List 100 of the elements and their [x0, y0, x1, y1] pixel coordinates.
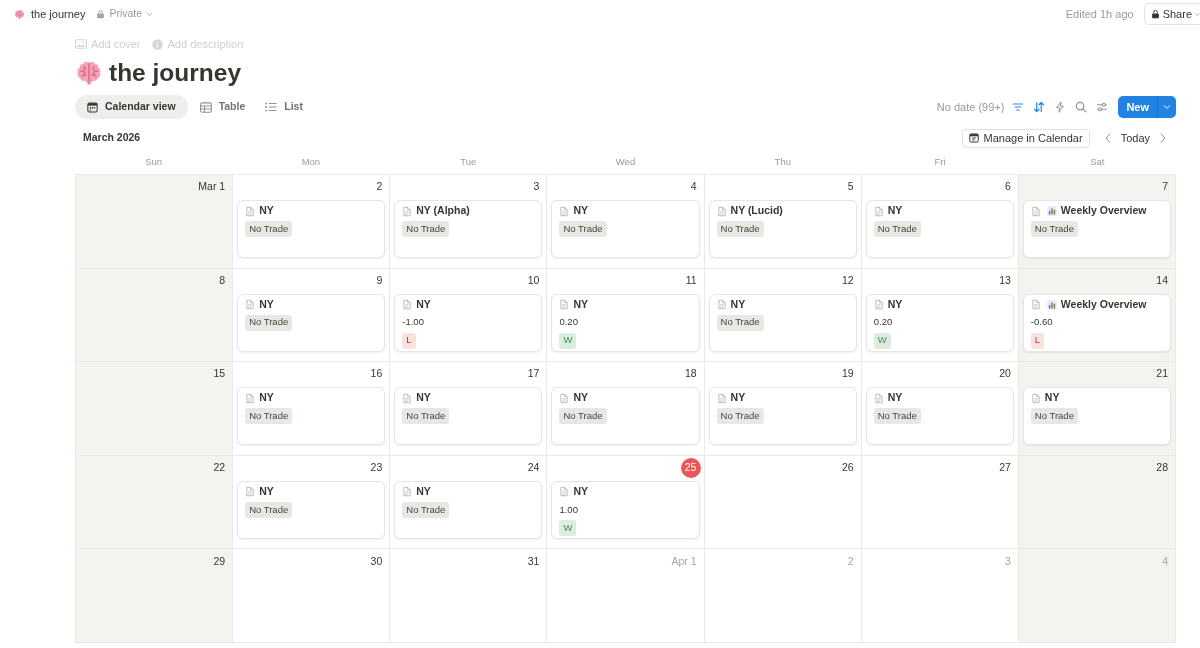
caret-icon: [146, 10, 154, 18]
view-tab[interactable]: Calendar view: [75, 95, 188, 119]
pnl-value: -1.00: [402, 315, 424, 330]
settings-icon[interactable]: [1096, 101, 1109, 113]
day-number: Apr 1: [671, 553, 697, 569]
event-title: NY: [730, 390, 746, 406]
calendar-day-cell[interactable]: 19 NY No Trade: [704, 362, 862, 456]
calendar-day-cell[interactable]: 16 NY No Trade: [233, 362, 391, 456]
event-title: NY: [573, 483, 588, 499]
calendar-day-cell[interactable]: 25 NY 1.00 W: [547, 455, 705, 550]
chevron-left-icon: [1104, 133, 1111, 143]
calendar-day-cell[interactable]: 3 NY (Alpha) No Trade: [390, 175, 548, 269]
calendar-day-cell[interactable]: 11 NY 0.20 W: [547, 268, 705, 363]
result-tag: No Trade: [402, 501, 450, 518]
event-title: NY: [259, 483, 274, 499]
event-card[interactable]: NY No Trade: [1022, 387, 1171, 446]
lightning-icon[interactable]: [1054, 101, 1067, 113]
day-number: 21: [1156, 366, 1168, 382]
event-card[interactable]: NY No Trade: [394, 480, 543, 539]
calendar-day-cell[interactable]: 10 NY -1.00 L: [390, 268, 548, 363]
calendar-day-cell[interactable]: 26: [704, 455, 862, 550]
event-card[interactable]: NY No Trade: [394, 387, 543, 446]
event-card[interactable]: NY No Trade: [551, 387, 700, 446]
calendar-day-cell[interactable]: 13 NY 0.20 W: [861, 268, 1019, 363]
event-card[interactable]: NY (Lucid) No Trade: [708, 200, 857, 258]
calendar-day-cell[interactable]: 17 NY No Trade: [390, 362, 548, 456]
share-button[interactable]: Share: [1143, 3, 1200, 25]
event-card[interactable]: NY No Trade: [865, 387, 1014, 446]
page-icon: [245, 299, 256, 311]
calendar-day-cell[interactable]: 31: [390, 549, 548, 643]
event-card[interactable]: NY No Trade: [237, 200, 386, 258]
pnl-value: 0.20: [873, 315, 893, 330]
event-card[interactable]: NY No Trade: [237, 293, 386, 352]
calendar-icon: [968, 133, 979, 143]
day-number: 8: [219, 272, 226, 288]
calendar-day-cell[interactable]: 28: [1018, 455, 1176, 550]
calendar-day-cell[interactable]: 18 NY No Trade: [547, 362, 705, 456]
day-number: 20: [999, 366, 1011, 382]
event-card[interactable]: Weekly Overview -0.60 L: [1022, 293, 1171, 352]
event-card[interactable]: Weekly Overview No Trade: [1022, 200, 1171, 258]
event-card[interactable]: NY No Trade: [237, 480, 386, 539]
event-card[interactable]: NY No Trade: [551, 200, 700, 258]
calendar-day-cell[interactable]: 5 NY (Lucid) No Trade: [704, 175, 862, 269]
calendar-day-cell[interactable]: 12 NY No Trade: [704, 268, 862, 363]
calendar-day-cell[interactable]: 27: [861, 455, 1019, 550]
page-icon: [245, 486, 256, 498]
new-button[interactable]: New: [1118, 96, 1157, 118]
view-tab[interactable]: Table: [191, 95, 254, 119]
event-card[interactable]: NY No Trade: [708, 387, 857, 446]
search-icon[interactable]: [1075, 101, 1088, 113]
new-dropdown-button[interactable]: [1158, 96, 1176, 118]
today-button[interactable]: Today: [1116, 128, 1154, 148]
event-card[interactable]: NY No Trade: [708, 293, 857, 352]
result-tag: W: [559, 519, 577, 536]
calendar-day-cell[interactable]: 4 NY No Trade: [547, 175, 705, 269]
event-title: NY (Lucid): [730, 203, 783, 219]
view-tab[interactable]: List: [257, 95, 311, 119]
day-number: 3: [533, 179, 540, 195]
result-tag: No Trade: [245, 501, 293, 518]
event-card[interactable]: NY (Alpha) No Trade: [394, 200, 543, 258]
event-card[interactable]: NY 0.20 W: [865, 293, 1014, 352]
breadcrumb-link[interactable]: the journey: [12, 3, 88, 25]
event-card[interactable]: NY 1.00 W: [551, 480, 700, 539]
calendar-day-cell[interactable]: 9 NY No Trade: [233, 268, 391, 363]
manage-in-calendar-button[interactable]: Manage in Calendar: [961, 128, 1090, 148]
day-number: 2: [376, 179, 383, 195]
result-tag: No Trade: [245, 221, 293, 237]
event-card[interactable]: NY -1.00 L: [394, 293, 543, 352]
chevron-down-icon: [1163, 103, 1171, 111]
caret-icon: [1195, 10, 1200, 18]
day-number: 27: [999, 459, 1011, 475]
calendar-day-cell[interactable]: 20 NY No Trade: [861, 362, 1019, 456]
calendar-day-cell[interactable]: 21 NY No Trade: [1018, 362, 1176, 456]
calendar-day-cell[interactable]: Mar 1: [76, 175, 234, 269]
event-title: NY: [416, 483, 431, 499]
calendar-day-cell[interactable]: 22: [76, 455, 234, 550]
calendar-day-cell[interactable]: 30: [233, 549, 391, 643]
day-number: 17: [527, 366, 540, 382]
calendar-day-cell[interactable]: 29: [76, 549, 234, 643]
page-icon: [873, 205, 884, 217]
event-card[interactable]: NY 0.20 W: [551, 293, 700, 352]
filter-icon[interactable]: [1012, 101, 1025, 113]
event-card[interactable]: NY No Trade: [237, 387, 386, 446]
calendar-day-cell[interactable]: 24 NY No Trade: [390, 455, 548, 550]
page-icon: [402, 205, 413, 217]
calendar-day-cell[interactable]: 14 Weekly Overview -0.60 L: [1018, 268, 1176, 363]
event-card[interactable]: NY No Trade: [865, 200, 1014, 258]
pnl-value: 0.20: [559, 315, 578, 330]
table-icon: [199, 101, 212, 113]
calendar-day-cell[interactable]: 8: [76, 268, 234, 363]
day-number: 4: [1162, 553, 1168, 569]
sort-icon[interactable]: [1033, 101, 1046, 113]
calendar-day-cell[interactable]: 7 Weekly Overview No Trade: [1018, 175, 1176, 269]
calendar-day-cell[interactable]: 23 NY No Trade: [233, 455, 391, 550]
calendar-day-cell[interactable]: 15: [76, 362, 234, 456]
calendar-day-cell[interactable]: 2 NY No Trade: [233, 175, 391, 269]
weekday-label: Sat: [1090, 154, 1105, 169]
page-icon: [1030, 299, 1041, 311]
calendar-day-cell[interactable]: 6 NY No Trade: [861, 175, 1019, 269]
pnl-value: -0.60: [1030, 315, 1053, 330]
